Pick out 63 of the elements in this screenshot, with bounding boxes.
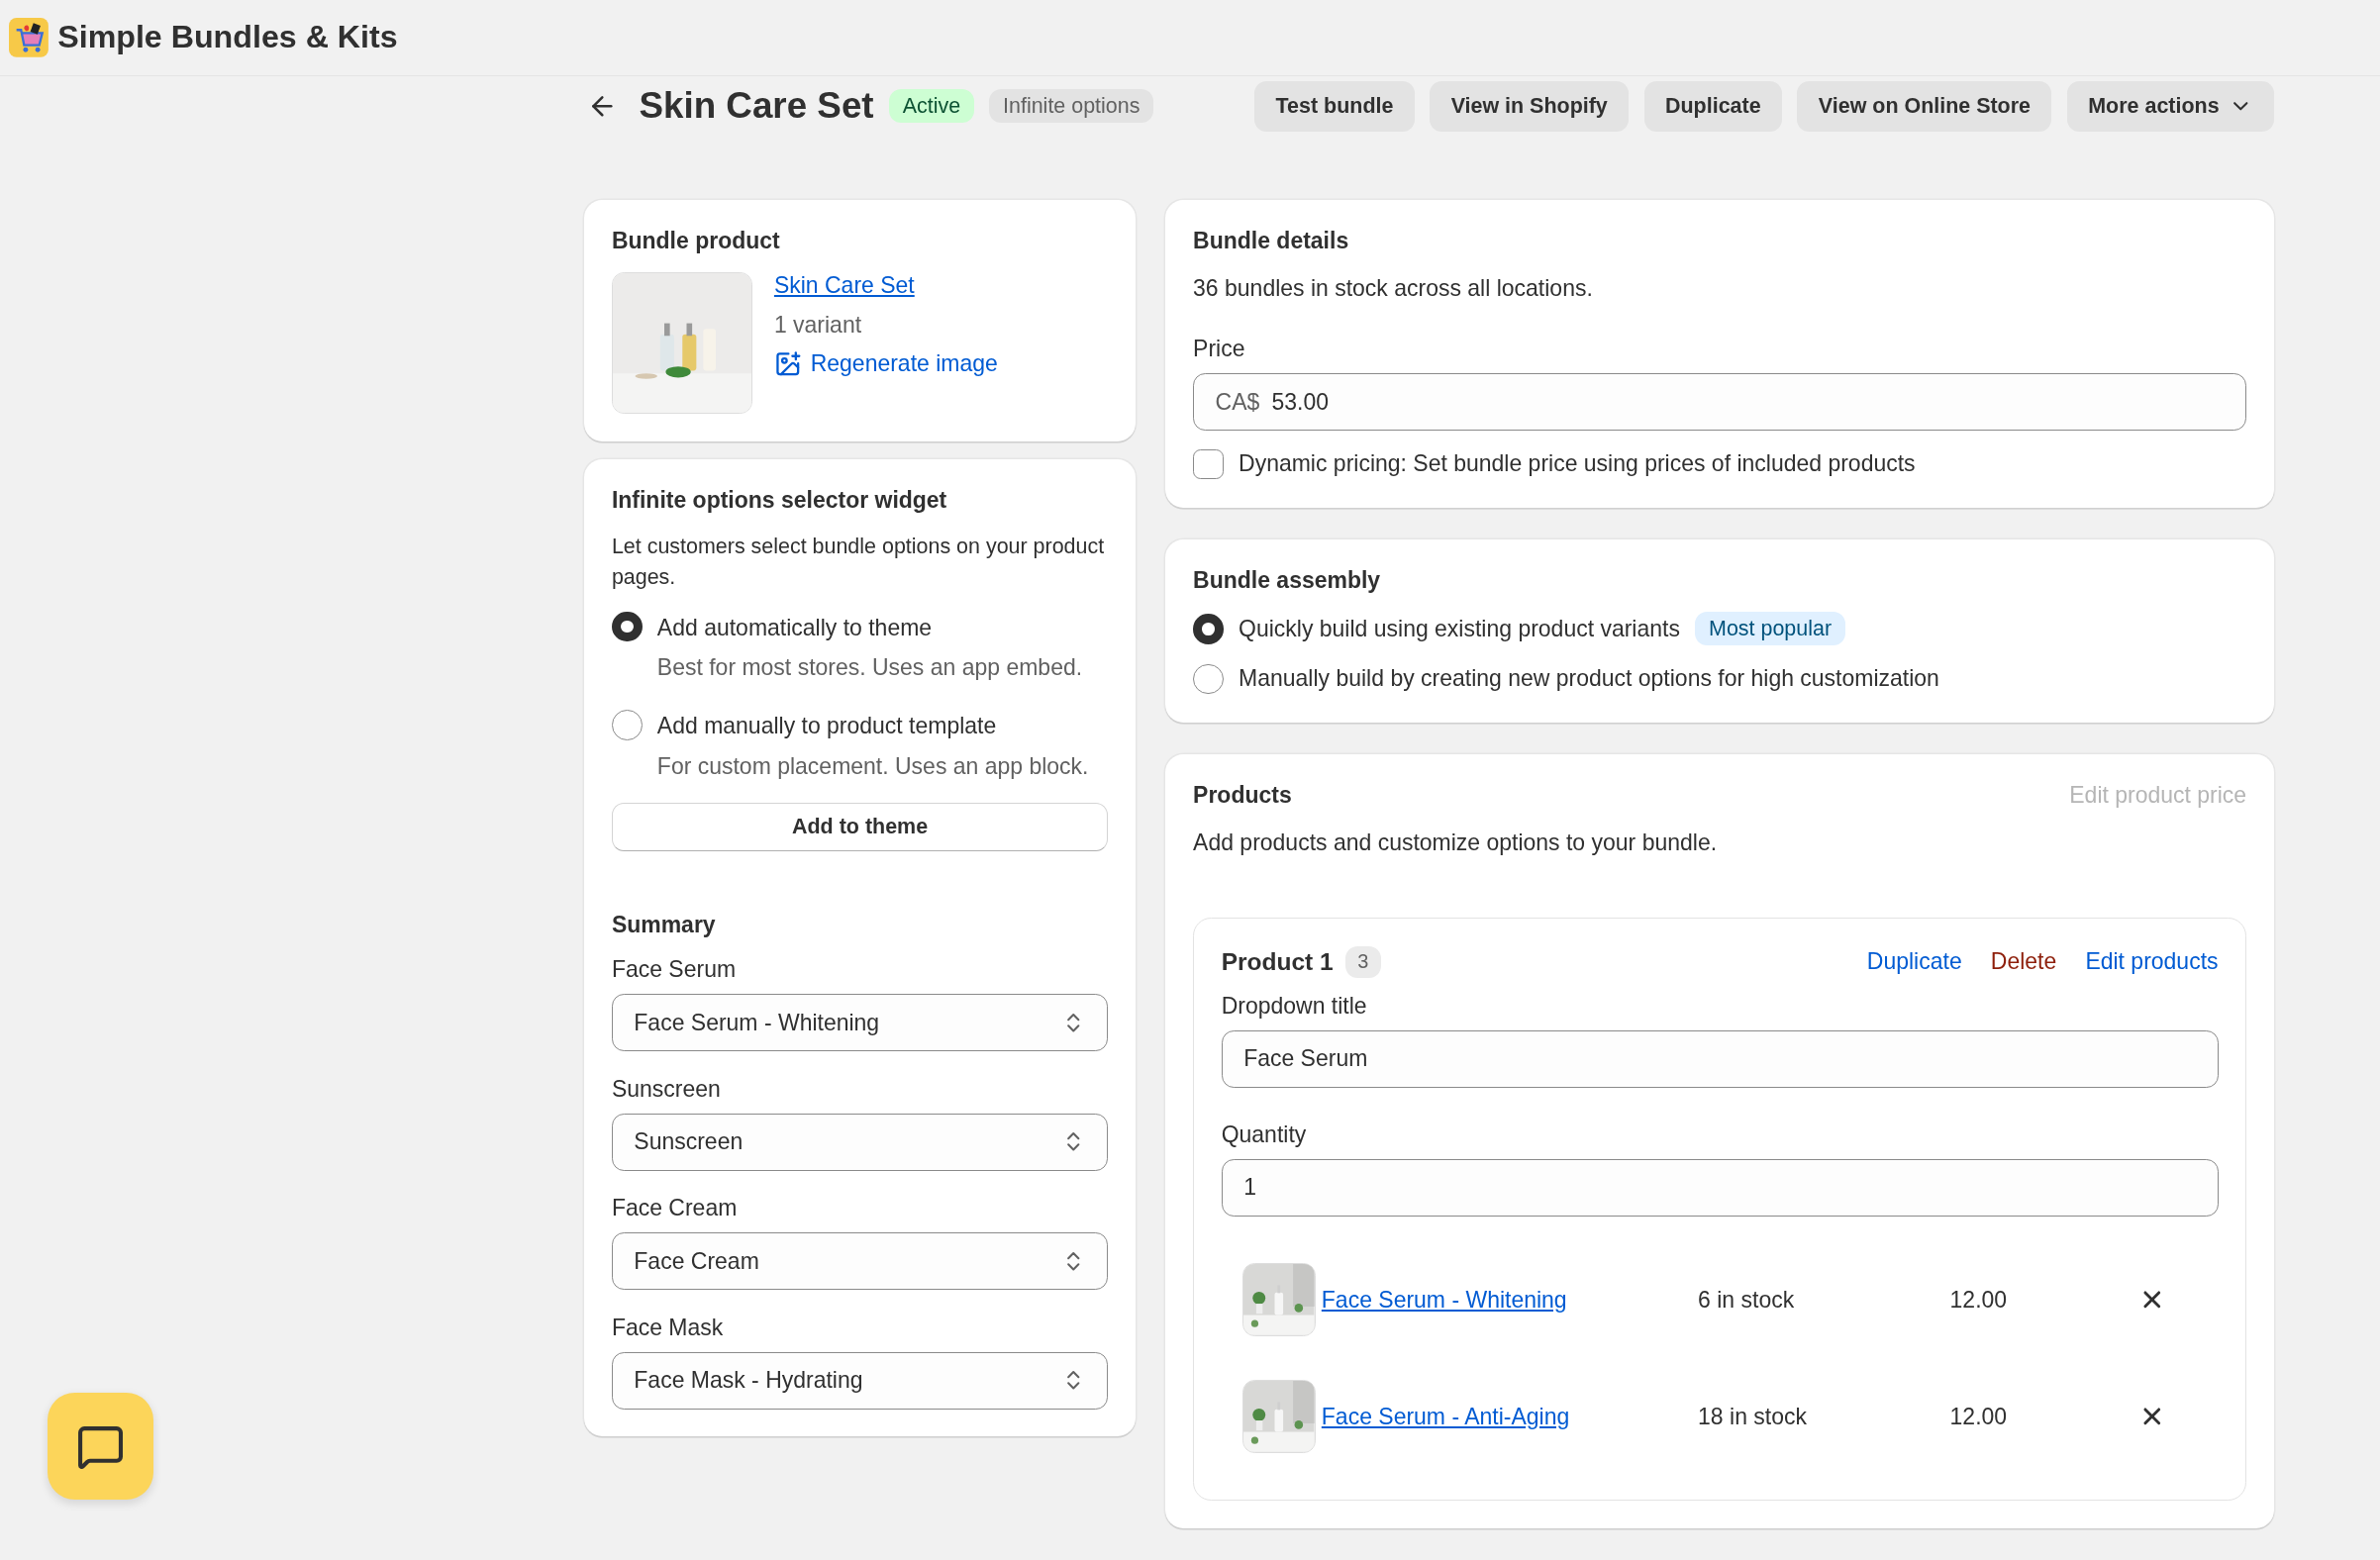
field-label: Face Cream <box>611 1195 739 1222</box>
quantity-field[interactable]: 1 <box>1221 1158 2219 1217</box>
app-title: Simple Bundles & Kits <box>57 19 398 56</box>
field-label: Face Serum <box>611 956 738 984</box>
variant-count: 1 variant <box>773 310 863 340</box>
radio-button[interactable] <box>1193 663 1224 695</box>
more-actions-button[interactable]: More actions <box>2066 81 2274 132</box>
action-button[interactable]: View on Online Store <box>1797 81 2052 132</box>
checkbox[interactable] <box>1193 448 1224 480</box>
radio-label: Add automatically to theme <box>656 613 934 642</box>
select-field[interactable]: Face Mask - Hydrating <box>611 1351 1109 1410</box>
action-link[interactable]: Edit products <box>2085 948 2219 976</box>
product-link[interactable]: Skin Care Set <box>773 272 998 300</box>
radio-help-text: Best for most stores. Uses an app embed. <box>656 653 1083 682</box>
action-button[interactable]: View in Shopify <box>1430 81 1630 132</box>
radio-button[interactable] <box>611 710 643 740</box>
field-label: Quantity <box>1221 1121 1308 1148</box>
action-button[interactable]: Test bundle <box>1254 81 1415 132</box>
card-heading: Products <box>1193 782 1292 810</box>
action-link[interactable]: Duplicate <box>1866 948 1962 976</box>
price-field[interactable]: CA$ 53.00 <box>1193 373 2247 432</box>
card-heading: Bundle product <box>611 227 781 254</box>
card-heading: Bundle details <box>1193 227 1350 254</box>
status-badge: Infinite options <box>989 89 1154 124</box>
radio-label: Manually build by creating new product options for high customization <box>1239 664 1939 694</box>
product-link[interactable]: Face Serum - Anti-Aging <box>1321 1403 1570 1430</box>
cart-logo-icon <box>9 17 50 57</box>
radio-label: Add manually to product template <box>656 712 998 741</box>
select-field[interactable]: Face Cream <box>611 1232 1109 1291</box>
field-label: Face Mask <box>611 1314 725 1341</box>
card-heading: Bundle assembly <box>1193 566 1382 594</box>
chat-bubble-icon[interactable] <box>47 1393 153 1500</box>
regenerate-image-link[interactable]: Regenerate image <box>773 350 998 378</box>
stock-count: 6 in stock <box>1698 1286 1796 1314</box>
select-field[interactable]: Sunscreen <box>611 1113 1109 1171</box>
card-heading: Infinite options selector widget <box>611 486 948 514</box>
checkbox-label: Dynamic pricing: Set bundle price using prices of included products <box>1239 449 1916 479</box>
delete-link[interactable]: Delete <box>1990 948 2057 976</box>
image-sparkle-icon <box>773 350 802 378</box>
popular-badge: Most popular <box>1695 612 1845 646</box>
radio-button[interactable] <box>611 611 643 642</box>
stock-count: 18 in stock <box>1698 1403 1808 1430</box>
dropdown-title-field[interactable]: Face Serum <box>1221 1029 2219 1089</box>
page-title: Skin Care Set <box>639 85 874 128</box>
count-badge: 3 <box>1345 945 1381 978</box>
stock-summary: 36 bundles in stock across all locations. <box>1193 274 1594 304</box>
action-button[interactable]: Duplicate <box>1643 81 1783 132</box>
add-to-theme-button[interactable]: Add to theme <box>611 802 1109 851</box>
product-link[interactable]: Face Serum - Whitening <box>1321 1286 1567 1314</box>
section-heading: Summary <box>611 912 717 938</box>
radio-button[interactable] <box>1193 614 1224 644</box>
select-field[interactable]: Face Serum - Whitening <box>611 994 1109 1052</box>
field-label: Sunscreen <box>611 1075 722 1103</box>
group-title: Product 1 <box>1221 947 1334 976</box>
radio-help-text: For custom placement. Uses an app block. <box>656 751 1089 781</box>
status-badge: Active <box>888 89 974 124</box>
item-price: 12.00 <box>1949 1286 2009 1314</box>
field-label: Dropdown title <box>1221 993 1368 1021</box>
radio-label: Quickly build using existing product variants <box>1239 614 1680 643</box>
item-price: 12.00 <box>1949 1403 2009 1430</box>
card-description: Let customers select bundle options on your product pages. <box>611 533 1106 591</box>
card-description: Add products and customize options to your bundle. <box>1193 829 1719 858</box>
field-label: Price <box>1193 336 1246 363</box>
